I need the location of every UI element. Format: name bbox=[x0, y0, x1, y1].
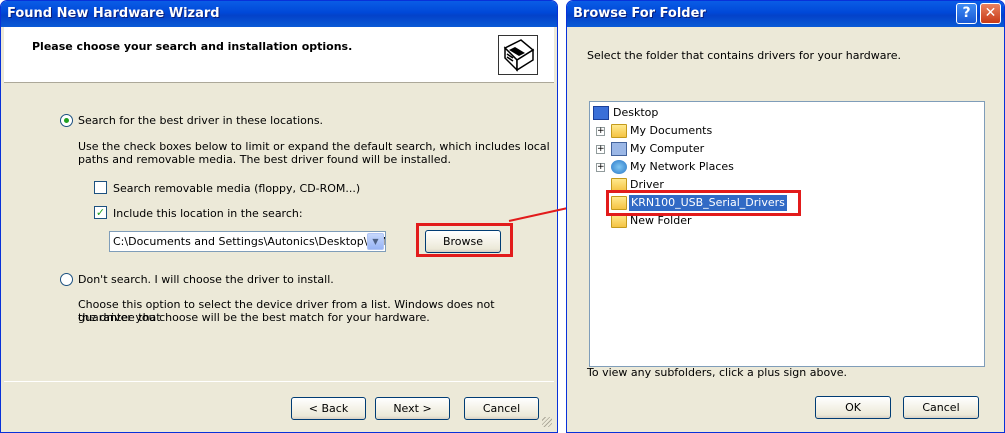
browse-cancel-button[interactable]: Cancel bbox=[903, 396, 979, 419]
ok-button[interactable]: OK bbox=[815, 396, 891, 419]
computer-icon bbox=[611, 142, 627, 156]
search-desc-1: Use the check boxes below to limit or ex… bbox=[78, 140, 550, 153]
removable-media-checkbox[interactable] bbox=[94, 181, 107, 194]
next-button[interactable]: Next > bbox=[375, 397, 450, 420]
wizard-title: Found New Hardware Wizard bbox=[1, 1, 557, 27]
close-button[interactable]: ✕ bbox=[980, 3, 1001, 24]
wizard-header: Please choose your search and installati… bbox=[4, 27, 554, 83]
wizard-body: Please choose your search and installati… bbox=[4, 27, 554, 429]
folder-highlight bbox=[606, 190, 801, 216]
browse-instruction: Select the folder that contains drivers … bbox=[587, 49, 902, 62]
chevron-down-icon[interactable]: ▼ bbox=[367, 233, 384, 250]
browse-body: Select the folder that contains drivers … bbox=[570, 27, 1001, 429]
resize-grip[interactable] bbox=[542, 417, 552, 427]
tree-label-my-network-places: My Network Places bbox=[630, 160, 734, 173]
search-radio-label: Search for the best driver in these loca… bbox=[78, 114, 324, 127]
search-radio[interactable] bbox=[60, 114, 73, 127]
tree-label-desktop: Desktop bbox=[613, 106, 659, 119]
found-new-hardware-wizard: Found New Hardware Wizard Please choose … bbox=[0, 0, 558, 433]
subfolder-hint: To view any subfolders, click a plus sig… bbox=[587, 366, 847, 379]
hardware-icon bbox=[498, 35, 538, 75]
dont-search-desc-2: the driver you choose will be the best m… bbox=[78, 311, 430, 324]
removable-media-label: Search removable media (floppy, CD-ROM..… bbox=[113, 182, 361, 195]
dont-search-radio[interactable] bbox=[60, 273, 73, 286]
folder-icon bbox=[611, 124, 627, 138]
help-button[interactable]: ? bbox=[956, 3, 977, 24]
folder-tree[interactable]: Desktop + My Documents + My Computer + M… bbox=[589, 101, 985, 367]
expand-icon[interactable]: + bbox=[596, 127, 605, 136]
browse-for-folder-dialog: Browse For Folder ? ✕ Select the folder … bbox=[566, 0, 1005, 433]
network-icon bbox=[611, 160, 627, 174]
desktop-icon bbox=[593, 106, 609, 120]
browse-button[interactable]: Browse bbox=[425, 230, 501, 253]
browse-title: Browse For Folder bbox=[567, 1, 1004, 27]
wizard-header-title: Please choose your search and installati… bbox=[32, 40, 353, 53]
expand-icon[interactable]: + bbox=[596, 145, 605, 154]
wizard-cancel-button[interactable]: Cancel bbox=[464, 397, 539, 420]
tree-label-my-documents: My Documents bbox=[630, 124, 713, 137]
back-button[interactable]: < Back bbox=[291, 397, 366, 420]
search-desc-2: paths and removable media. The best driv… bbox=[78, 153, 451, 166]
location-combo[interactable]: C:\Documents and Settings\Autonics\Deskt… bbox=[109, 231, 386, 252]
wizard-separator bbox=[4, 381, 554, 382]
location-value: C:\Documents and Settings\Autonics\Deskt… bbox=[113, 235, 386, 248]
tree-label-my-computer: My Computer bbox=[630, 142, 705, 155]
include-location-checkbox[interactable]: ✓ bbox=[94, 206, 107, 219]
dont-search-label: Don't search. I will choose the driver t… bbox=[78, 273, 334, 286]
folder-icon bbox=[611, 214, 627, 228]
include-location-label: Include this location in the search: bbox=[113, 207, 303, 220]
expand-icon[interactable]: + bbox=[596, 163, 605, 172]
